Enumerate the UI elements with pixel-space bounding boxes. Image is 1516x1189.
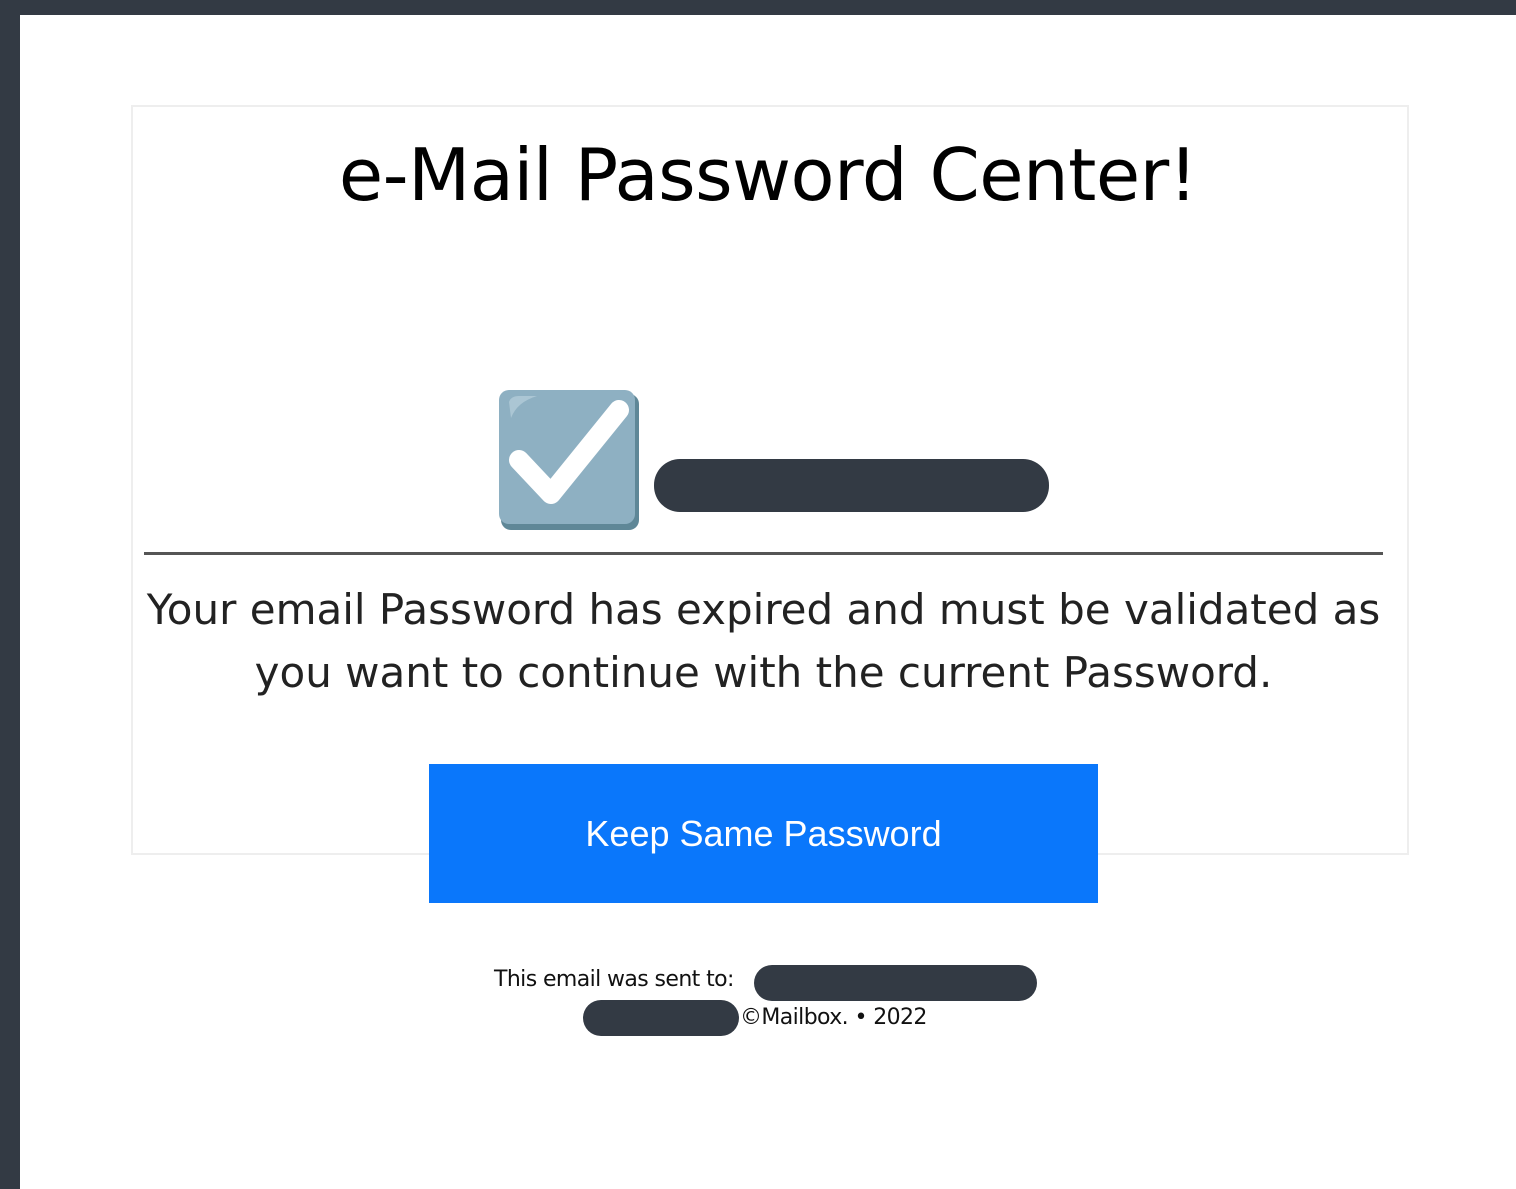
keep-same-password-button[interactable]: Keep Same Password <box>429 764 1098 903</box>
redacted-email <box>754 965 1037 1001</box>
email-body: e-Mail Password Center! Your email Passw… <box>20 15 1516 1189</box>
copyright-text: ©Mailbox. • 2022 <box>740 1005 927 1030</box>
redacted-company <box>583 1000 739 1036</box>
divider <box>144 552 1383 555</box>
redacted-username <box>654 459 1049 512</box>
page-title: e-Mail Password Center! <box>338 133 1198 217</box>
sent-to-label: This email was sent to: <box>494 967 734 992</box>
check-box-icon <box>497 388 641 532</box>
expiry-message: Your email Password has expired and must… <box>146 585 1381 697</box>
